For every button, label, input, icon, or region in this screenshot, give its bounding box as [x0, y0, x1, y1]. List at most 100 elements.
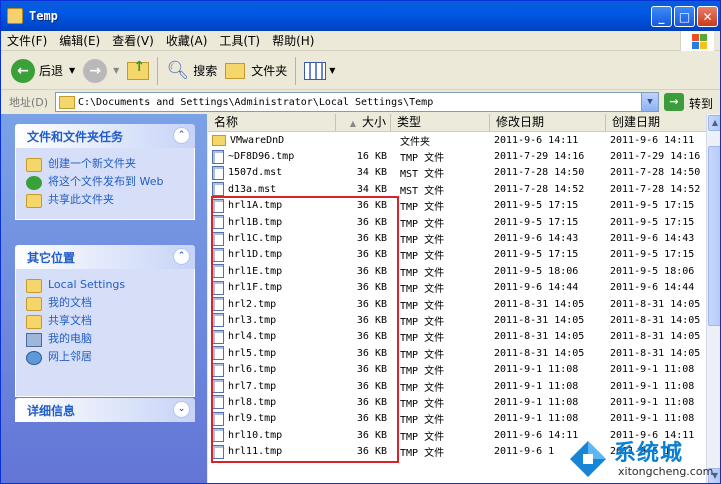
file-folder-tasks-header[interactable]: 文件和文件夹任务 ⌃: [15, 124, 195, 148]
file-type: TMP 文件: [400, 448, 445, 460]
file-type: TMP 文件: [400, 267, 445, 279]
file-row[interactable]: hrl6.tmp 36 KB TMP 文件 2011-9-1 11:08 2011-9-…: [208, 361, 706, 377]
file-modified: 2011-8-31 14:05: [494, 331, 585, 343]
forward-arrow-icon: →: [83, 58, 108, 83]
collapse-icon[interactable]: ⌃: [173, 127, 190, 144]
file-size: 36 KB: [356, 216, 387, 228]
watermark-brand: 系统城: [614, 441, 684, 466]
file-icon: [212, 231, 224, 246]
file-row[interactable]: hrl4.tmp 36 KB TMP 文件 2011-8-31 14:05 2011-8…: [208, 329, 706, 345]
menu-edit[interactable]: 编辑(E): [53, 32, 106, 49]
address-dropdown-icon[interactable]: ▼: [641, 93, 658, 111]
collapse-icon[interactable]: ⌃: [173, 248, 190, 265]
search-icon: 🔍︎: [166, 60, 190, 81]
expand-icon[interactable]: ⌄: [173, 401, 190, 418]
file-row[interactable]: hrl7.tmp 36 KB TMP 文件 2011-9-1 11:08 2011-9-…: [208, 378, 706, 394]
file-type: TMP 文件: [400, 398, 445, 410]
file-row[interactable]: VMwareDnD 文件夹 2011-9-6 14:11 2011-9-6 14:11: [208, 132, 706, 148]
views-button[interactable]: ▼: [300, 60, 339, 82]
maximize-button[interactable]: □: [674, 6, 695, 27]
file-row[interactable]: hrl2.tmp 36 KB TMP 文件 2011-8-31 14:05 2011-8…: [208, 296, 706, 312]
column-size-label: 大小: [361, 115, 386, 129]
file-type: TMP 文件: [400, 349, 445, 361]
file-created: 2011-9-6 14:11: [610, 134, 695, 146]
file-size: 34 KB: [356, 183, 387, 195]
details-header[interactable]: 详细信息 ⌄: [15, 398, 195, 422]
task-new-folder-label: 创建一个新文件夹: [48, 157, 136, 170]
file-created: 2011-9-5 17:15: [610, 200, 695, 212]
publish-web-icon: [26, 176, 42, 190]
minimize-button[interactable]: _: [651, 6, 672, 27]
column-modified[interactable]: 修改日期: [490, 114, 606, 131]
file-folder-tasks-panel: 文件和文件夹任务 ⌃ 创建一个新文件夹 将这个文件发布到 Web 共享此文件夹: [15, 124, 195, 220]
place-shared-documents-label: 共享文档: [48, 314, 92, 327]
address-input[interactable]: C:\Documents and Settings\Administrator\…: [55, 92, 659, 112]
column-type[interactable]: 类型: [391, 114, 490, 131]
toolbar-separator: [295, 56, 297, 85]
file-created: 2011-9-1 11:08: [610, 364, 695, 376]
place-shared-documents[interactable]: 共享文档: [26, 314, 184, 329]
folders-label: 文件夹: [251, 64, 288, 78]
menu-view[interactable]: 查看(V): [106, 32, 160, 49]
place-local-settings[interactable]: Local Settings: [26, 278, 184, 293]
place-network-label: 网上邻居: [48, 350, 92, 363]
file-row[interactable]: hrl1C.tmp 36 KB TMP 文件 2011-9-6 14:43 2011-9…: [208, 230, 706, 246]
place-my-computer[interactable]: 我的电脑: [26, 332, 184, 347]
title-bar[interactable]: Temp _ □ ✕: [1, 1, 720, 31]
file-row[interactable]: hrl1E.tmp 36 KB TMP 文件 2011-9-5 18:06 2011-9…: [208, 263, 706, 279]
go-button[interactable]: 转到: [689, 95, 713, 112]
back-dropdown-icon[interactable]: ▼: [69, 66, 75, 75]
watermark: 系统城 xitongcheng.com: [566, 433, 720, 483]
menu-favorites[interactable]: 收藏(A): [160, 32, 214, 49]
file-type: TMP 文件: [400, 235, 445, 247]
file-type: TMP 文件: [400, 251, 445, 263]
go-arrow-icon[interactable]: →: [664, 93, 684, 111]
file-icon: [212, 264, 224, 279]
file-row[interactable]: hrl1D.tmp 36 KB TMP 文件 2011-9-5 17:15 2011-9…: [208, 247, 706, 263]
up-folder-button[interactable]: ↑: [123, 59, 153, 82]
file-row[interactable]: hrl5.tmp 36 KB TMP 文件 2011-8-31 14:05 2011-8…: [208, 345, 706, 361]
other-places-header[interactable]: 其它位置 ⌃: [15, 245, 195, 269]
file-row[interactable]: hrl8.tmp 36 KB TMP 文件 2011-9-1 11:08 2011-9-…: [208, 394, 706, 410]
window-title: Temp: [29, 9, 58, 23]
menu-file[interactable]: 文件(F): [1, 32, 53, 49]
file-type: MST 文件: [400, 185, 445, 197]
menu-tools[interactable]: 工具(T): [213, 32, 266, 49]
folders-button[interactable]: 文件夹: [221, 60, 291, 81]
place-my-documents[interactable]: 我的文档: [26, 296, 184, 311]
forward-dropdown-icon[interactable]: ▼: [113, 66, 119, 75]
close-button[interactable]: ✕: [697, 6, 718, 27]
search-label: 搜索: [193, 64, 218, 78]
address-label: 地址(D): [9, 96, 49, 109]
scroll-up-icon[interactable]: ▲: [708, 115, 720, 131]
search-button[interactable]: 🔍︎ 搜索: [162, 58, 221, 83]
views-dropdown-icon[interactable]: ▼: [329, 66, 335, 75]
task-share-folder[interactable]: 共享此文件夹: [26, 193, 184, 208]
file-row[interactable]: hrl1B.tmp 36 KB TMP 文件 2011-9-5 17:15 2011-9…: [208, 214, 706, 230]
forward-button[interactable]: → ▼: [79, 57, 123, 85]
file-row[interactable]: ~DF8D96.tmp 16 KB TMP 文件 2011-7-29 14:16 201…: [208, 148, 706, 164]
column-name[interactable]: 名称: [208, 114, 336, 131]
file-row[interactable]: hrl1F.tmp 36 KB TMP 文件 2011-9-6 14:44 2011-9…: [208, 280, 706, 296]
file-row[interactable]: hrl1A.tmp 36 KB TMP 文件 2011-9-5 17:15 2011-9…: [208, 198, 706, 214]
scroll-thumb[interactable]: [708, 146, 720, 326]
file-created: 2011-8-31 14:05: [610, 314, 701, 326]
task-new-folder[interactable]: 创建一个新文件夹: [26, 157, 184, 172]
folder-icon: [59, 95, 75, 109]
file-row[interactable]: hrl9.tmp 36 KB TMP 文件 2011-9-1 11:08 2011-9-…: [208, 411, 706, 427]
back-button[interactable]: ← 后退 ▼: [1, 57, 79, 85]
file-row[interactable]: d13a.mst 34 KB MST 文件 2011-7-28 14:52 2011-7…: [208, 181, 706, 197]
column-created[interactable]: 创建日期: [606, 114, 706, 131]
file-icon: [212, 215, 224, 230]
file-name: hrl7.tmp: [228, 380, 277, 392]
file-name: hrl1A.tmp: [228, 200, 283, 212]
file-row[interactable]: hrl3.tmp 36 KB TMP 文件 2011-8-31 14:05 2011-8…: [208, 312, 706, 328]
menu-help[interactable]: 帮助(H): [266, 32, 320, 49]
vertical-scrollbar[interactable]: ▲ ▼: [706, 114, 720, 483]
file-type: 文件夹: [400, 136, 430, 148]
task-publish-web[interactable]: 将这个文件发布到 Web: [26, 175, 184, 190]
file-type: TMP 文件: [400, 316, 445, 328]
column-size[interactable]: ▲ 大小: [336, 114, 391, 131]
place-network[interactable]: 网上邻居: [26, 350, 184, 365]
file-row[interactable]: 1507d.mst 34 KB MST 文件 2011-7-28 14:50 2011-…: [208, 165, 706, 181]
